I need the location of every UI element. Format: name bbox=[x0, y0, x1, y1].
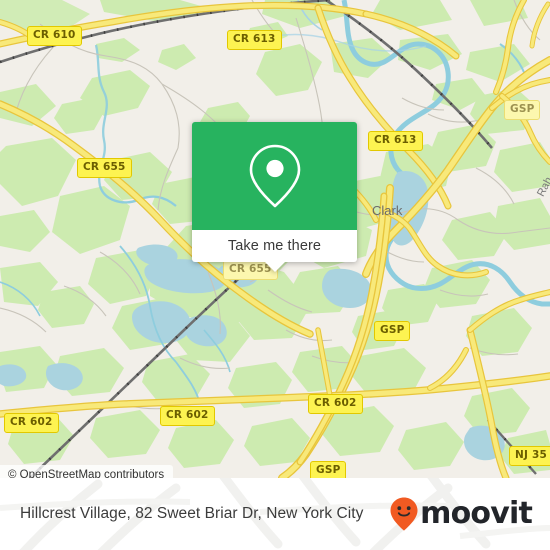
popup-card-action[interactable]: Take me there bbox=[192, 230, 357, 272]
location-caption: Hillcrest Village, 82 Sweet Briar Dr, Ne… bbox=[20, 505, 364, 522]
road-shield: GSP bbox=[310, 461, 347, 478]
attribution-text: © OpenStreetMap contributors bbox=[8, 469, 165, 478]
popup-card-image bbox=[192, 122, 357, 230]
road-shield: CR 613 bbox=[368, 131, 423, 151]
moovit-logo: moovit bbox=[389, 496, 533, 532]
moovit-smiley-pin-icon bbox=[390, 497, 418, 531]
road-shield: CR 602 bbox=[4, 413, 59, 433]
road-shield: GSP bbox=[374, 321, 411, 341]
road-shield: CR 602 bbox=[308, 394, 363, 414]
map-canvas[interactable]: CR 610 CR 613 GSP CR 655 CR 613 CR 655 GSP CR 6… bbox=[0, 0, 550, 478]
place-label: Clark bbox=[372, 203, 403, 218]
road-shield: CR 610 bbox=[27, 26, 82, 46]
osm-attribution[interactable]: © OpenStreetMap contributors bbox=[0, 465, 174, 478]
road-shield: GSP bbox=[504, 100, 541, 120]
moovit-wordmark: moovit bbox=[420, 496, 533, 531]
popup-pointer-tail bbox=[263, 261, 286, 272]
road-shield: CR 602 bbox=[160, 406, 215, 426]
map-pin-icon bbox=[249, 144, 300, 208]
take-me-there-popup[interactable]: Take me there bbox=[192, 122, 357, 272]
moovit-map-screenshot: CR 610 CR 613 GSP CR 655 CR 613 CR 655 GSP CR 6… bbox=[0, 0, 550, 550]
road-shield: CR 613 bbox=[227, 30, 282, 50]
popup-card-label: Take me there bbox=[227, 238, 322, 254]
footer-bar: Hillcrest Village, 82 Sweet Briar Dr, Ne… bbox=[0, 478, 550, 550]
road-shield: CR 655 bbox=[77, 158, 132, 178]
road-shield: NJ 35 bbox=[509, 446, 550, 466]
